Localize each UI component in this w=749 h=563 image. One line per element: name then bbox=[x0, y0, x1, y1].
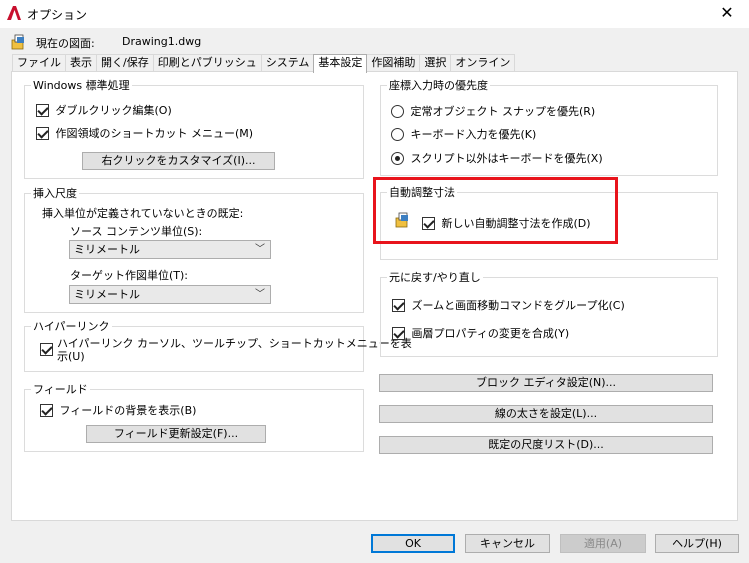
close-icon[interactable]: ✕ bbox=[715, 2, 739, 24]
customize-right-click-button[interactable]: 右クリックをカスタマイズ(I)... bbox=[82, 152, 275, 170]
running-osnap-option[interactable]: 定常オブジェクト スナップを優先(R) bbox=[391, 103, 595, 119]
tab-drafting[interactable]: 作図補助 bbox=[366, 54, 421, 72]
keyboard-entry-label: キーボード入力を優先(K) bbox=[410, 128, 537, 141]
field-background-option[interactable]: フィールドの背景を表示(B) bbox=[40, 402, 196, 418]
keyboard-except-scripts-label: スクリプト以外はキーボードを優先(X) bbox=[410, 152, 603, 165]
target-units-select[interactable]: ミリメートル ﹀ bbox=[69, 285, 271, 304]
chevron-down-icon: ﹀ bbox=[255, 289, 265, 300]
autocad-logo-icon bbox=[7, 6, 21, 20]
target-units-value: ミリメートル bbox=[74, 288, 140, 301]
undo-redo-group: 元に戻す/やり直し bbox=[380, 271, 718, 357]
combine-layer-props-option[interactable]: 画層プロパティの変更を合成(Y) bbox=[392, 325, 569, 341]
tab-system[interactable]: システム bbox=[260, 54, 315, 72]
red-highlight-box bbox=[373, 177, 618, 244]
running-osnap-radio[interactable] bbox=[391, 104, 404, 118]
shortcut-menu-checkbox[interactable] bbox=[36, 126, 49, 140]
shortcut-menu-option[interactable]: 作図領域のショートカット メニュー(M) bbox=[36, 125, 253, 141]
combine-zoom-pan-label: ズームと画面移動コマンドをグループ化(C) bbox=[411, 299, 625, 312]
tab-user-preferences[interactable]: 基本設定 bbox=[313, 54, 368, 73]
group-legend: 挿入尺度 bbox=[33, 187, 77, 200]
source-units-label: ソース コンテンツ単位(S): bbox=[70, 225, 203, 238]
tab-selection[interactable]: 選択 bbox=[419, 54, 452, 72]
shortcut-menu-label: 作図領域のショートカット メニュー(M) bbox=[55, 127, 254, 140]
current-drawing-label: 現在の図面: bbox=[36, 37, 95, 50]
cancel-button[interactable]: キャンセル bbox=[465, 534, 550, 553]
drawing-name: Drawing1.dwg bbox=[122, 35, 202, 48]
field-update-settings-button[interactable]: フィールド更新設定(F)... bbox=[86, 425, 266, 443]
chevron-down-icon: ﹀ bbox=[255, 244, 265, 255]
field-background-label: フィールドの背景を表示(B) bbox=[59, 404, 197, 417]
keyboard-entry-radio[interactable] bbox=[391, 127, 404, 141]
double-click-label: ダブルクリック編集(O) bbox=[55, 104, 172, 117]
title-bar: オプション ✕ bbox=[0, 0, 749, 28]
hyperlink-checkbox[interactable] bbox=[40, 343, 53, 356]
tab-open-save[interactable]: 開く/保存 bbox=[96, 54, 154, 72]
keyboard-except-scripts-radio[interactable] bbox=[391, 151, 404, 165]
combine-layer-props-label: 画層プロパティの変更を合成(Y) bbox=[411, 327, 570, 340]
source-units-select[interactable]: ミリメートル ﹀ bbox=[69, 240, 271, 259]
group-legend: Windows 標準処理 bbox=[33, 79, 130, 92]
window-title: オプション bbox=[27, 8, 88, 22]
group-legend: フィールド bbox=[33, 383, 88, 396]
tab-files[interactable]: ファイル bbox=[12, 54, 66, 72]
tab-online[interactable]: オンライン bbox=[450, 54, 516, 72]
default-scale-list-button[interactable]: 既定の尺度リスト(D)... bbox=[379, 436, 713, 454]
group-legend: 元に戻す/やり直し bbox=[389, 271, 481, 284]
hyperlink-label-line1: ハイパーリンク カーソル、ツールチップ、ショートカットメニューを表 bbox=[57, 337, 412, 350]
drawing-file-icon bbox=[11, 34, 24, 50]
insert-scale-description: 挿入単位が定義されていないときの既定: bbox=[42, 207, 244, 220]
field-background-checkbox[interactable] bbox=[40, 403, 53, 417]
double-click-edit-option[interactable]: ダブルクリック編集(O) bbox=[36, 102, 172, 118]
combine-layer-props-checkbox[interactable] bbox=[392, 326, 405, 340]
lineweight-settings-button[interactable]: 線の太さを設定(L)... bbox=[379, 405, 713, 423]
combine-zoom-pan-checkbox[interactable] bbox=[392, 298, 405, 312]
keyboard-except-scripts-option[interactable]: スクリプト以外はキーボードを優先(X) bbox=[391, 150, 603, 166]
ok-button[interactable]: OK bbox=[371, 534, 455, 553]
target-units-label: ターゲット作図単位(T): bbox=[70, 269, 189, 282]
tab-plot-publish[interactable]: 印刷とパブリッシュ bbox=[152, 54, 262, 72]
help-button[interactable]: ヘルプ(H) bbox=[655, 534, 739, 553]
running-osnap-label: 定常オブジェクト スナップを優先(R) bbox=[410, 105, 596, 118]
tab-display[interactable]: 表示 bbox=[65, 54, 97, 72]
hyperlink-label-line2: 示(U) bbox=[57, 350, 85, 363]
apply-button[interactable]: 適用(A) bbox=[560, 534, 646, 553]
combine-zoom-pan-option[interactable]: ズームと画面移動コマンドをグループ化(C) bbox=[392, 297, 625, 313]
double-click-checkbox[interactable] bbox=[36, 103, 49, 117]
source-units-value: ミリメートル bbox=[74, 243, 140, 256]
group-legend: 座標入力時の優先度 bbox=[389, 79, 488, 92]
group-legend: ハイパーリンク bbox=[33, 320, 110, 333]
block-editor-settings-button[interactable]: ブロック エディタ設定(N)... bbox=[379, 374, 713, 392]
tab-bar: ファイル 表示 開く/保存 印刷とパブリッシュ システム 基本設定 作図補助 選… bbox=[12, 54, 516, 73]
keyboard-entry-option[interactable]: キーボード入力を優先(K) bbox=[391, 126, 536, 142]
